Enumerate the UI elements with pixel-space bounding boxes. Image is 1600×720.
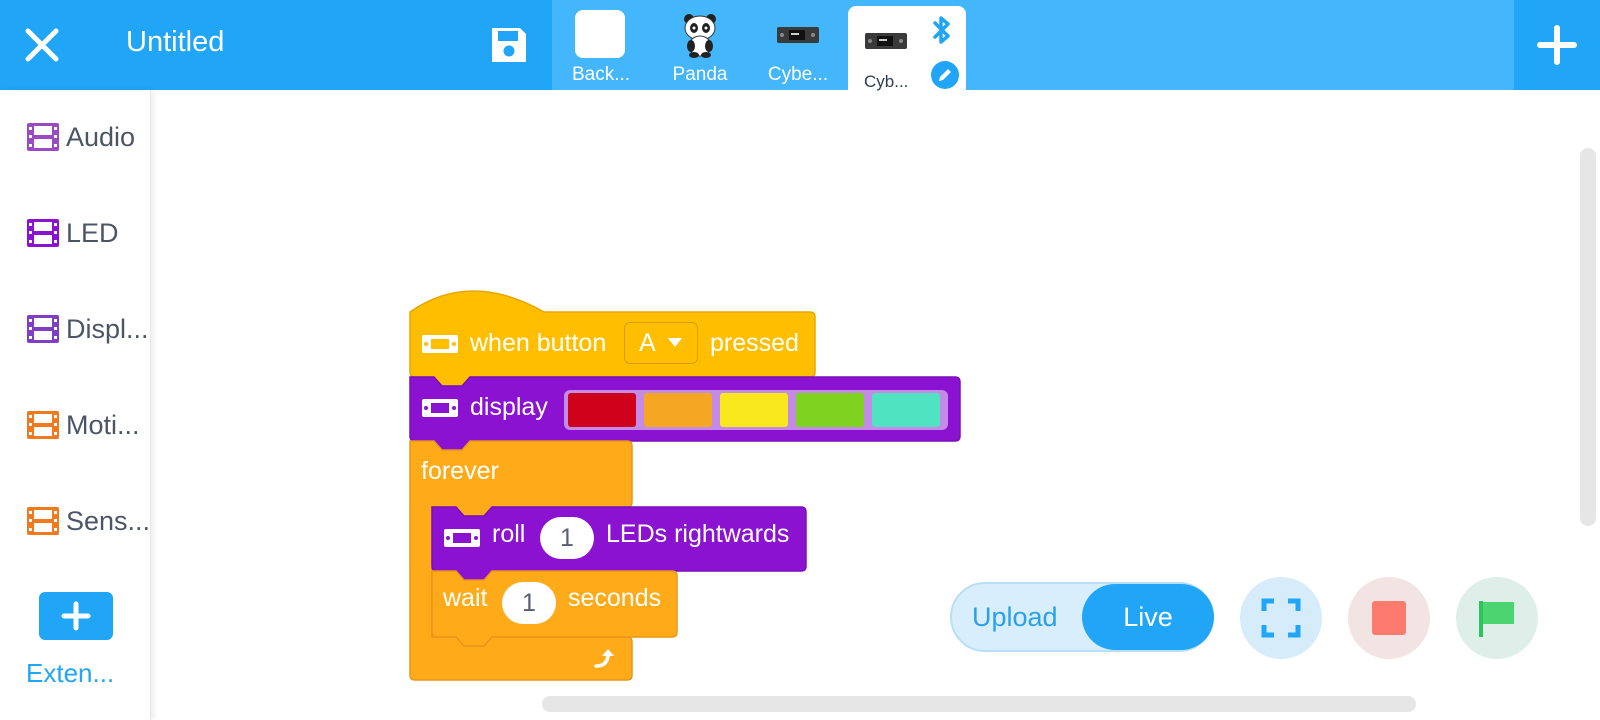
plus-icon	[61, 601, 91, 631]
close-icon[interactable]	[22, 25, 62, 65]
sprite-tab-label: Back...	[571, 64, 631, 85]
panda-icon	[684, 14, 716, 58]
category-label: Sens...	[66, 505, 151, 536]
color-swatch[interactable]	[568, 393, 636, 427]
wait-block-label: wait	[443, 584, 488, 612]
category-led[interactable]: LED	[26, 213, 119, 253]
display-block-label: display	[470, 393, 548, 421]
category-label: Audio	[66, 121, 136, 152]
roll-block-label-suffix: LEDs rightwards	[606, 520, 790, 548]
backdrop-icon	[575, 10, 625, 58]
cyberpi-device-icon	[777, 27, 819, 43]
loop-arrow-icon	[594, 649, 614, 668]
color-swatch[interactable]	[644, 393, 712, 427]
wait-seconds-input[interactable]: 1	[502, 582, 556, 624]
top-bar: Untitled Back... Panda Cybe... Cyb...	[0, 0, 1600, 91]
category-label: LED	[66, 217, 119, 248]
film-strip-icon	[27, 507, 59, 535]
plus-icon[interactable]	[1514, 0, 1600, 90]
device-icon	[422, 399, 458, 417]
device-icon	[444, 529, 480, 547]
vertical-scrollbar[interactable]	[1580, 148, 1596, 526]
project-title[interactable]: Untitled	[126, 26, 224, 59]
hat-block-label-suffix: pressed	[710, 329, 799, 357]
color-swatch[interactable]	[720, 393, 788, 427]
wait-seconds-value: 1	[522, 589, 536, 617]
button-dropdown[interactable]: A	[624, 322, 698, 364]
sprite-tab-backdrop[interactable]: Back...	[553, 0, 649, 90]
dropdown-arrow-icon	[668, 338, 682, 347]
film-strip-icon	[27, 123, 59, 151]
category-sidebar: Audio LED Displ... Moti... Sens... Exten…	[0, 90, 151, 720]
category-audio[interactable]: Audio	[26, 117, 135, 157]
category-sensing[interactable]: Sens...	[26, 501, 150, 541]
sprite-tab-label: Panda	[672, 64, 728, 85]
edit-pencil-icon[interactable]	[930, 60, 960, 90]
color-swatch[interactable]	[796, 393, 864, 427]
cyberpi-device-icon	[865, 33, 907, 49]
start-button[interactable]	[1456, 577, 1538, 659]
category-motion[interactable]: Moti...	[26, 405, 140, 445]
category-label: Moti...	[66, 409, 140, 440]
forever-block-label: forever	[421, 457, 499, 485]
upload-mode-button[interactable]: Upload	[972, 602, 1058, 633]
sprite-tab-cyberpi-active[interactable]: Cyb...	[848, 6, 966, 91]
category-display[interactable]: Displ...	[26, 309, 149, 349]
fullscreen-icon	[1261, 598, 1301, 638]
film-strip-icon	[27, 315, 59, 343]
wait-block-label-suffix: seconds	[568, 584, 662, 612]
device-icon	[422, 335, 458, 353]
roll-count-value: 1	[560, 524, 574, 552]
sprite-tab-label: Cybe...	[767, 64, 829, 85]
sprite-tab-panda[interactable]: Panda	[652, 0, 748, 90]
stop-button[interactable]	[1348, 577, 1430, 659]
dropdown-value: A	[639, 329, 656, 357]
mode-toggle: Upload Live	[950, 582, 1214, 652]
extension-label[interactable]: Exten...	[26, 658, 114, 689]
horizontal-scrollbar[interactable]	[542, 696, 1416, 712]
live-mode-button[interactable]: Live	[1082, 584, 1214, 650]
add-extension-button[interactable]	[39, 592, 113, 640]
roll-block-label: roll	[492, 520, 526, 548]
stop-icon	[1372, 601, 1406, 635]
fullscreen-button[interactable]	[1240, 577, 1322, 659]
hat-block-label: when button	[470, 329, 607, 357]
roll-count-input[interactable]: 1	[540, 517, 594, 559]
film-strip-icon	[27, 219, 59, 247]
category-label: Displ...	[66, 313, 149, 344]
color-swatch[interactable]	[872, 393, 940, 427]
save-icon[interactable]	[488, 24, 530, 66]
green-flag-icon	[1479, 601, 1514, 637]
sprite-tab-cyberpi[interactable]: Cybe...	[750, 0, 846, 90]
bluetooth-icon[interactable]	[930, 14, 954, 46]
film-strip-icon	[27, 411, 59, 439]
